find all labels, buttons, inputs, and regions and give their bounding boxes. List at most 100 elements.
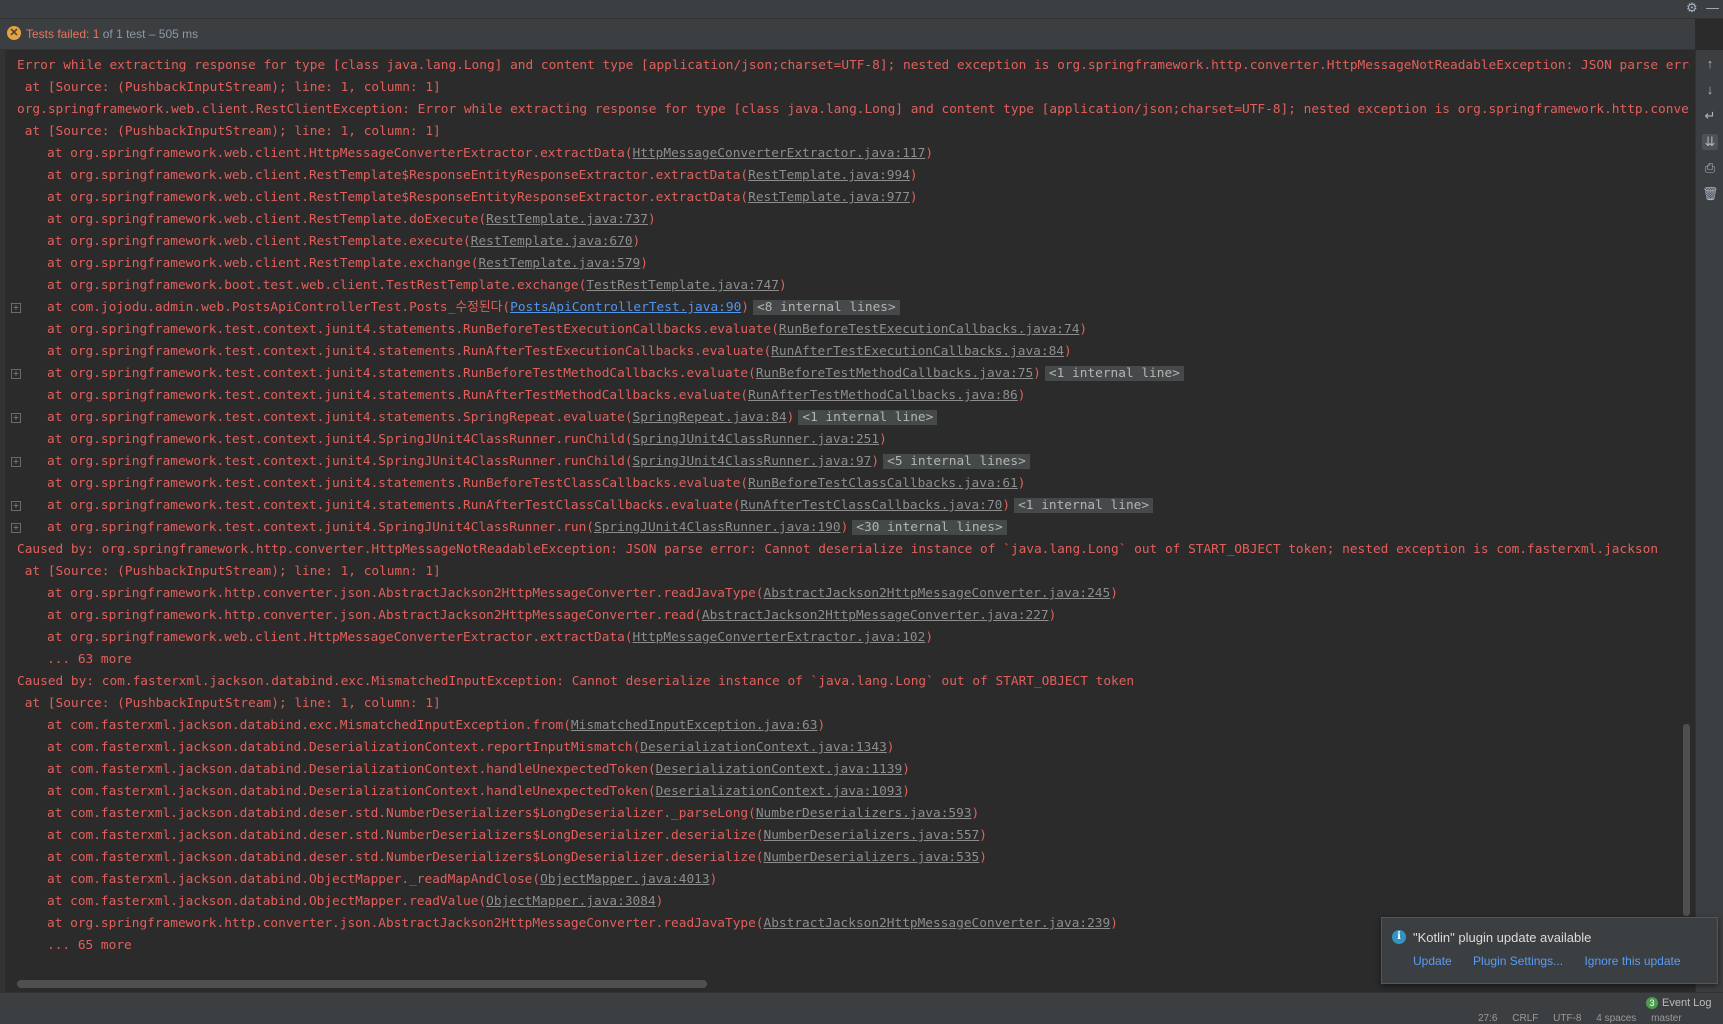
event-log-badge: 3 xyxy=(1646,997,1658,1009)
console-line: at org.springframework.web.client.HttpMe… xyxy=(47,143,933,165)
internal-lines-badge[interactable]: <30 internal lines> xyxy=(852,520,1007,535)
fold-toggle-icon[interactable]: + xyxy=(11,413,21,423)
console-line: at org.springframework.web.client.RestTe… xyxy=(47,253,648,275)
source-link[interactable]: HttpMessageConverterExtractor.java:117 xyxy=(633,146,926,161)
console-line-text: at org.springframework.web.client.HttpMe… xyxy=(47,146,633,161)
fold-toggle-icon[interactable]: + xyxy=(11,457,21,467)
console-line: at org.springframework.test.context.juni… xyxy=(47,363,1184,385)
status-bar: 3 Event Log 27:6 CRLF UTF-8 4 spaces mast… xyxy=(0,992,1723,1024)
source-link[interactable]: RestTemplate.java:977 xyxy=(748,190,910,205)
internal-lines-badge[interactable]: <5 internal lines> xyxy=(883,454,1030,469)
scroll-to-end-icon[interactable]: ⇊ xyxy=(1702,134,1718,150)
console-line-suffix: ) xyxy=(971,806,980,821)
arrow-up-icon[interactable]: ↑ xyxy=(1702,56,1718,72)
console-line-text: at org.springframework.web.client.RestTe… xyxy=(47,168,749,183)
git-branch[interactable]: master xyxy=(1651,1013,1682,1024)
event-log-label: Event Log xyxy=(1662,997,1712,1009)
console-line: at org.springframework.test.context.juni… xyxy=(47,341,1072,363)
source-link[interactable]: PostsApiControllerTest.java:90 xyxy=(510,300,741,315)
source-link[interactable]: RunAfterTestExecutionCallbacks.java:84 xyxy=(771,344,1064,359)
console-line-text: at com.fasterxml.jackson.databind.deser.… xyxy=(47,828,764,843)
console-line-suffix: ) xyxy=(1110,916,1118,931)
test-status-bar: ✕ Tests failed: 1 of 1 test – 505 ms xyxy=(0,19,1695,50)
console-line-text: at com.fasterxml.jackson.databind.Object… xyxy=(47,894,487,909)
console-line-suffix: ) xyxy=(886,740,895,755)
console-line: at [Source: (PushbackInputStream); line:… xyxy=(17,561,441,583)
fold-toggle-icon[interactable]: + xyxy=(11,369,21,379)
console-line-text: at org.springframework.web.client.HttpMe… xyxy=(47,630,633,645)
source-link[interactable]: SpringJUnit4ClassRunner.java:97 xyxy=(633,454,872,469)
event-log-button[interactable]: 3 Event Log xyxy=(1646,997,1712,1009)
source-link[interactable]: DeserializationContext.java:1343 xyxy=(640,740,887,755)
internal-lines-badge[interactable]: <1 internal line> xyxy=(798,410,938,425)
source-link[interactable]: RestTemplate.java:579 xyxy=(478,256,640,271)
source-link[interactable]: RestTemplate.java:670 xyxy=(471,234,633,249)
console-line-suffix: ) xyxy=(1017,388,1026,403)
ignore-update-link[interactable]: Ignore this update xyxy=(1584,954,1680,968)
source-link[interactable]: AbstractJackson2HttpMessageConverter.jav… xyxy=(764,586,1111,601)
console-line-suffix: ) xyxy=(817,718,826,733)
source-link[interactable]: RestTemplate.java:737 xyxy=(486,212,648,227)
console-line: at org.springframework.test.context.juni… xyxy=(47,319,1087,341)
console-output[interactable]: Error while extracting response for type… xyxy=(5,50,1690,982)
console-line: at com.fasterxml.jackson.databind.exc.Mi… xyxy=(47,715,825,737)
source-link[interactable]: RestTemplate.java:994 xyxy=(748,168,910,183)
source-link[interactable]: HttpMessageConverterExtractor.java:102 xyxy=(633,630,926,645)
soft-wrap-icon[interactable]: ↵ xyxy=(1702,108,1718,124)
line-separator[interactable]: CRLF xyxy=(1512,1013,1538,1024)
horizontal-scrollbar[interactable] xyxy=(17,980,707,988)
arrow-down-icon[interactable]: ↓ xyxy=(1702,82,1718,98)
console-toolbar: ↑ ↓ ↵ ⇊ ⎙ 🗑 xyxy=(1695,50,1723,992)
console-line-text: at com.fasterxml.jackson.databind.exc.Mi… xyxy=(47,718,571,733)
source-link[interactable]: RunAfterTestClassCallbacks.java:70 xyxy=(740,498,1002,513)
console-line-text: at com.fasterxml.jackson.databind.Deseri… xyxy=(47,740,641,755)
source-link[interactable]: RunBeforeTestClassCallbacks.java:61 xyxy=(748,476,1018,491)
source-link[interactable]: RunAfterTestMethodCallbacks.java:86 xyxy=(748,388,1018,403)
source-link[interactable]: SpringJUnit4ClassRunner.java:251 xyxy=(633,432,880,447)
console-line: at org.springframework.web.client.RestTe… xyxy=(47,165,918,187)
source-link[interactable]: AbstractJackson2HttpMessageConverter.jav… xyxy=(764,916,1111,931)
console-line: at com.fasterxml.jackson.databind.deser.… xyxy=(47,847,987,869)
source-link[interactable]: NumberDeserializers.java:535 xyxy=(764,850,980,865)
update-link[interactable]: Update xyxy=(1413,954,1452,968)
source-link[interactable]: NumberDeserializers.java:557 xyxy=(764,828,980,843)
fold-toggle-icon[interactable]: + xyxy=(11,303,21,313)
source-link[interactable]: ObjectMapper.java:3084 xyxy=(486,894,656,909)
minimize-icon[interactable]: — xyxy=(1706,0,1719,18)
trash-icon[interactable]: 🗑 xyxy=(1702,186,1719,202)
internal-lines-badge[interactable]: <1 internal line> xyxy=(1014,498,1154,513)
console-line-text: at org.springframework.test.context.juni… xyxy=(47,476,749,491)
source-link[interactable]: RunBeforeTestMethodCallbacks.java:75 xyxy=(756,366,1033,381)
internal-lines-badge[interactable]: <1 internal line> xyxy=(1044,366,1184,381)
source-link[interactable]: SpringRepeat.java:84 xyxy=(633,410,787,425)
console-line-text: ... 65 more xyxy=(47,938,132,953)
source-link[interactable]: SpringJUnit4ClassRunner.java:190 xyxy=(594,520,841,535)
file-encoding[interactable]: UTF-8 xyxy=(1553,1013,1581,1024)
console-line: at org.springframework.web.client.RestTe… xyxy=(47,231,640,253)
fold-toggle-icon[interactable]: + xyxy=(11,501,21,511)
console-line-text: Caused by: com.fasterxml.jackson.databin… xyxy=(17,674,1135,689)
fold-toggle-icon[interactable]: + xyxy=(11,523,21,533)
source-link[interactable]: NumberDeserializers.java:593 xyxy=(756,806,972,821)
info-icon: i xyxy=(1392,930,1406,944)
console-line-suffix: ) xyxy=(786,410,795,425)
source-link[interactable]: RunBeforeTestExecutionCallbacks.java:74 xyxy=(779,322,1079,337)
console-line: ... 65 more xyxy=(47,935,132,957)
internal-lines-badge[interactable]: <8 internal lines> xyxy=(753,300,900,315)
caret-position[interactable]: 27:6 xyxy=(1478,1013,1497,1024)
source-link[interactable]: MismatchedInputException.java:63 xyxy=(571,718,818,733)
gear-icon[interactable]: ⚙ xyxy=(1686,0,1698,18)
vertical-scrollbar[interactable] xyxy=(1683,724,1690,916)
source-link[interactable]: TestRestTemplate.java:747 xyxy=(586,278,779,293)
print-icon[interactable]: ⎙ xyxy=(1702,160,1718,176)
console-line-suffix: ) xyxy=(778,278,787,293)
source-link[interactable]: DeserializationContext.java:1139 xyxy=(656,762,903,777)
console-line-suffix: ) xyxy=(709,872,718,887)
source-link[interactable]: DeserializationContext.java:1093 xyxy=(656,784,903,799)
source-link[interactable]: AbstractJackson2HttpMessageConverter.jav… xyxy=(702,608,1049,623)
console-line: at org.springframework.test.context.juni… xyxy=(47,517,1007,539)
console-line: at [Source: (PushbackInputStream); line:… xyxy=(17,693,441,715)
indent-setting[interactable]: 4 spaces xyxy=(1596,1013,1636,1024)
plugin-settings-link[interactable]: Plugin Settings... xyxy=(1473,954,1563,968)
source-link[interactable]: ObjectMapper.java:4013 xyxy=(540,872,710,887)
